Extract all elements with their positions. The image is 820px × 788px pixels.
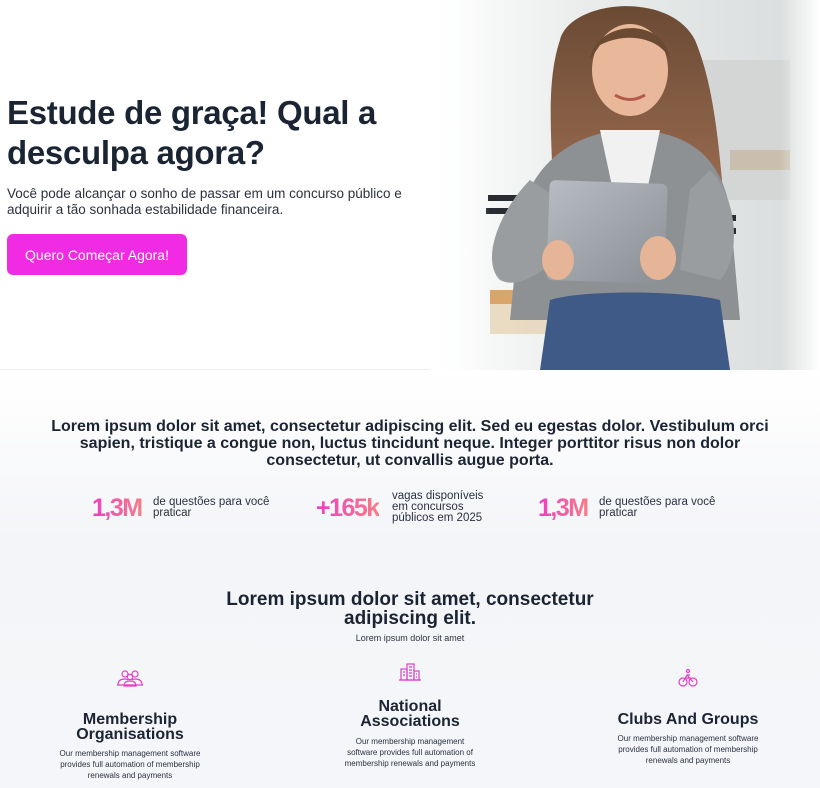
group-icon	[117, 670, 143, 687]
stat-label: de questões para você praticar	[599, 496, 716, 519]
feature-description: Our membership management software provi…	[59, 749, 201, 780]
stats-section: Lorem ipsum dolor sit amet, consectetur …	[0, 371, 820, 788]
stat-value: 1,3M	[538, 494, 589, 522]
feature-clubs-and-groups: Clubs And Groups Our membership manageme…	[608, 668, 768, 766]
feature-membership-organisations: Membership Organisations Our membership …	[50, 668, 210, 781]
feature-description: Our membership management software provi…	[617, 734, 759, 765]
feature-title: Clubs And Groups	[617, 711, 759, 728]
stat-questions-2: 1,3M de questões para você praticar	[538, 489, 738, 529]
stat-label: vagas disponíveis em concursos públicos …	[392, 490, 484, 524]
feature-national-associations: National Associations Our membership man…	[330, 662, 490, 769]
stat-value: +165k	[316, 494, 380, 522]
stat-vacancies: +165k vagas disponíveis em concursos púb…	[316, 489, 516, 529]
stat-label: de questões para você praticar	[153, 496, 270, 519]
stat-value: 1,3M	[92, 494, 143, 522]
feature-title: Membership Organisations	[76, 711, 184, 743]
features-title: Lorem ipsum dolor sit amet, consectetur …	[226, 589, 594, 629]
features-subtitle: Lorem ipsum dolor sit amet	[355, 633, 465, 643]
hero-section: Estude de graça! Qual a desculpa agora? …	[0, 0, 820, 370]
start-now-button[interactable]: Quero Começar Agora!	[7, 234, 187, 275]
feature-description: Our membership management software provi…	[344, 737, 476, 768]
bicycle-icon	[678, 668, 698, 687]
hero-subtitle: Você pode alcançar o sonho de passar em …	[7, 186, 402, 217]
stats-heading: Lorem ipsum dolor sit amet, consectetur …	[51, 418, 769, 469]
buildings-icon	[399, 663, 421, 681]
hero-title: Estude de graça! Qual a desculpa agora?	[7, 94, 377, 171]
hero-student-image	[430, 0, 820, 370]
feature-title: National Associations	[360, 698, 460, 730]
stat-questions: 1,3M de questões para você praticar	[92, 489, 292, 529]
